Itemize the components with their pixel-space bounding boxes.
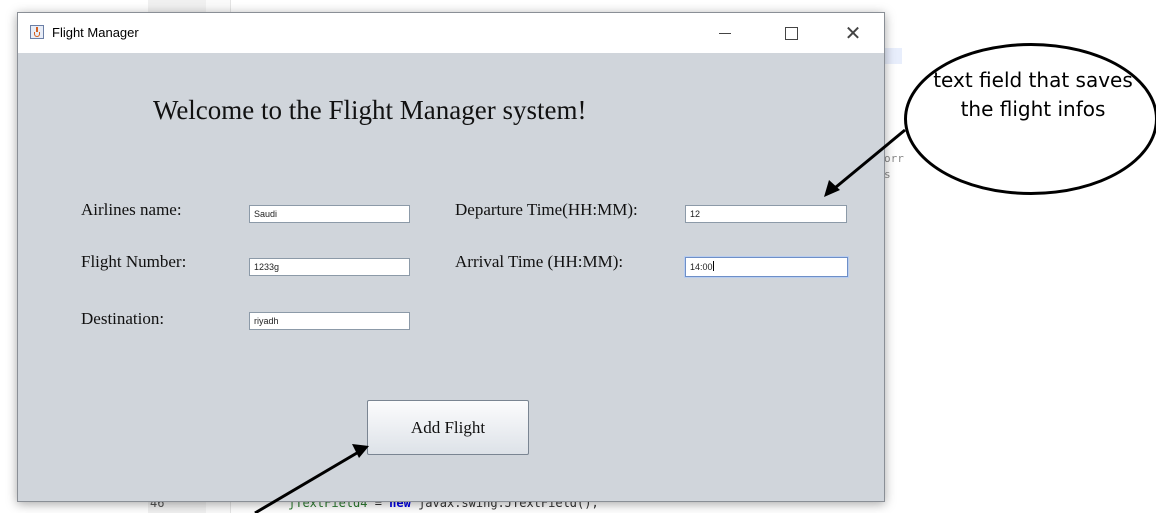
button-arrow (254, 444, 369, 513)
annotation-arrows (254, 128, 906, 513)
callout-arrow (824, 128, 906, 197)
